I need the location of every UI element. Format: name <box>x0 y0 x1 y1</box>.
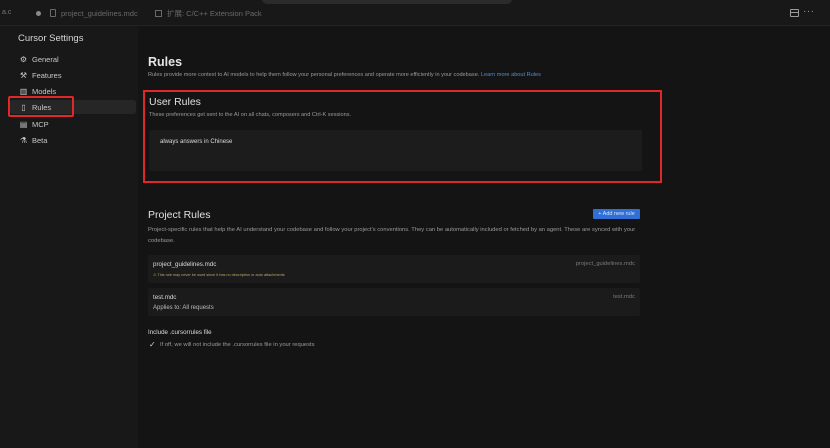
flask-icon: ⚗ <box>19 135 28 145</box>
tab-fragment[interactable]: a.c <box>2 9 11 16</box>
project-rules-description: Project-specific rules that help the AI … <box>148 227 636 244</box>
rule-name: test.mdc <box>153 294 177 301</box>
learn-more-link[interactable]: Learn more about Rules <box>481 72 541 78</box>
gear-icon: ⚙ <box>19 54 28 64</box>
rule-card-test[interactable]: test.mdc test.mdc Applies to: All reques… <box>148 288 640 316</box>
cursorrules-description: If off, we will not include the .cursorr… <box>160 342 315 348</box>
user-rules-section: User Rules These preferences get sent to… <box>143 90 662 183</box>
editor-tab-bar: a.c project_guidelines.mdc 扩展: C/C++ Ext… <box>0 0 830 26</box>
rule-warning: ⚠ This rule may never be used since it h… <box>153 273 285 277</box>
rule-path: project_guidelines.mdc <box>575 261 635 267</box>
unsaved-dot-icon <box>36 10 41 16</box>
sidebar-item-features[interactable]: ⚒ Features <box>10 68 136 82</box>
chart-icon: ▥ <box>19 86 28 96</box>
sidebar-item-mcp[interactable]: ▤ MCP <box>10 117 136 131</box>
tab-label: 扩展: C/C++ Extension Pack <box>167 8 262 18</box>
sidebar-item-label: MCP <box>32 119 49 129</box>
rule-card-project-guidelines[interactable]: project_guidelines.mdc project_guideline… <box>148 255 640 283</box>
document-icon: ▯ <box>21 102 26 112</box>
tab-project-guidelines[interactable]: project_guidelines.mdc <box>36 0 138 26</box>
sidebar-item-label: Models <box>32 86 57 96</box>
extension-icon <box>155 9 162 17</box>
tab-extension-pack[interactable]: 扩展: C/C++ Extension Pack <box>155 0 262 26</box>
sidebar-item-label: Rules <box>32 102 52 112</box>
sidebar-item-models[interactable]: ▥ Models <box>10 84 136 98</box>
file-icon <box>50 9 56 17</box>
sidebar-title: Cursor Settings <box>18 33 84 44</box>
sidebar-item-label: Features <box>32 70 62 80</box>
sidebar-item-beta[interactable]: ⚗ Beta <box>10 133 136 147</box>
rule-path: test.mdc <box>613 294 635 300</box>
more-actions-icon[interactable]: ··· <box>803 6 815 17</box>
tools-icon: ⚒ <box>19 70 28 80</box>
cursorrules-title: Include .cursorrules file <box>148 329 212 336</box>
sidebar-item-label: General <box>32 54 59 64</box>
sidebar-item-rules[interactable]: ▯ Rules <box>10 100 136 114</box>
rule-name: project_guidelines.mdc <box>153 261 217 268</box>
rules-settings-panel: Rules Rules provide more context to AI m… <box>138 26 830 448</box>
user-rules-description: These preferences get sent to the AI on … <box>149 112 352 118</box>
page-title: Rules <box>148 55 183 69</box>
add-new-rule-button[interactable]: + Add new rule <box>593 209 640 219</box>
user-rules-input[interactable]: always answers in Chinese <box>149 130 642 171</box>
user-rules-title: User Rules <box>149 96 201 108</box>
checkmark-icon[interactable]: ✓ <box>149 340 156 349</box>
page-description-text: Rules provide more context to AI models … <box>148 72 480 78</box>
rule-applies-to: Applies to: All requests <box>153 305 214 311</box>
sidebar-item-label: Beta <box>32 135 48 145</box>
command-center[interactable] <box>262 0 512 4</box>
page-description: Rules provide more context to AI models … <box>148 72 541 78</box>
server-icon: ▤ <box>19 119 28 129</box>
sidebar-item-general[interactable]: ⚙ General <box>10 52 136 66</box>
tab-label: project_guidelines.mdc <box>61 8 138 18</box>
split-editor-icon[interactable] <box>790 9 799 17</box>
project-rules-title: Project Rules <box>148 209 211 221</box>
settings-sidebar: Cursor Settings ⚙ General ⚒ Features ▥ M… <box>0 26 138 448</box>
